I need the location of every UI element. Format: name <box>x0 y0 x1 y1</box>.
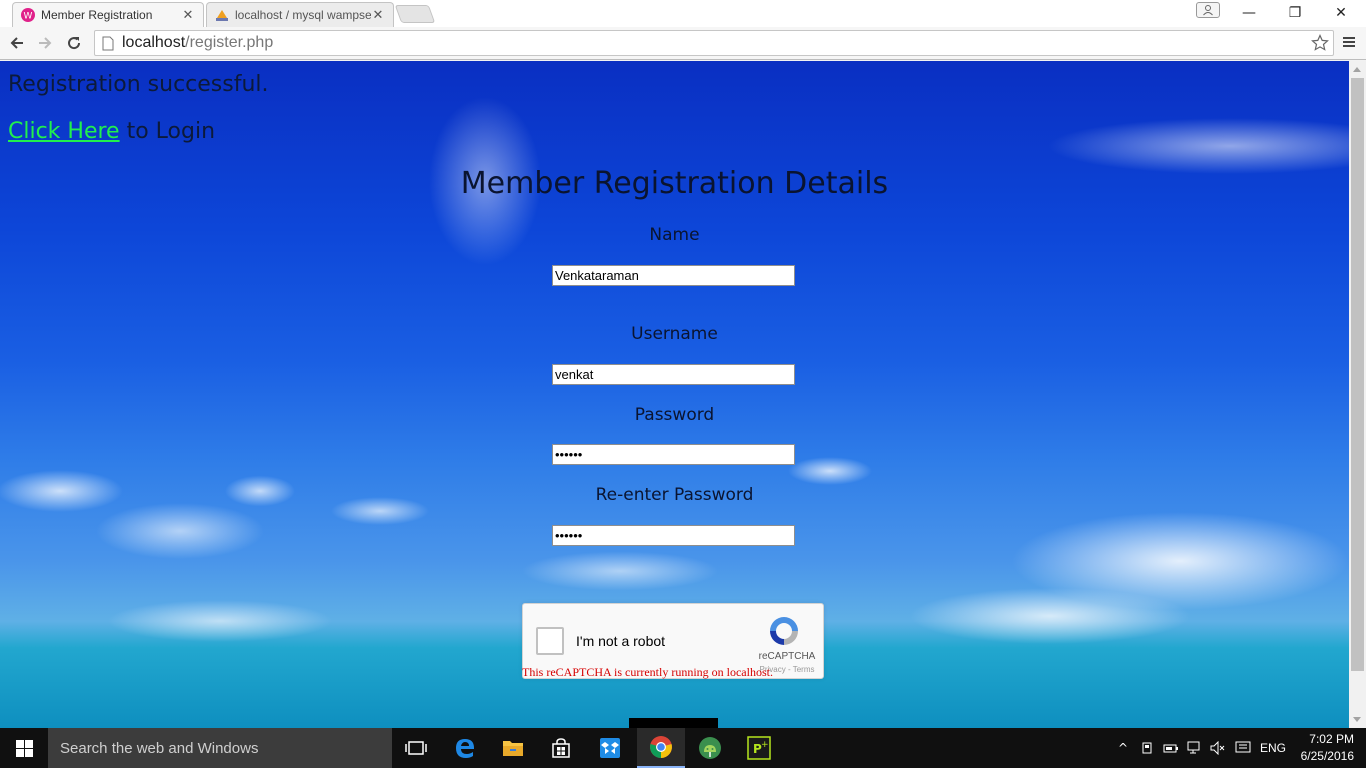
forward-button[interactable] <box>34 32 56 54</box>
chrome-taskbar-button[interactable] <box>637 728 685 768</box>
windows-taskbar: Search the web and Windows P + ^ ENG 7:02… <box>0 718 1366 768</box>
edge-taskbar-button[interactable] <box>441 728 489 768</box>
login-line: Click Here to Login <box>8 119 215 144</box>
restore-button[interactable]: ❐ <box>1272 0 1318 26</box>
chrome-icon <box>650 736 672 758</box>
chrome-thumbnail-preview <box>629 718 718 728</box>
browser-toolbar: localhost/register.php <box>0 27 1366 60</box>
edge-icon <box>456 739 474 758</box>
file-explorer-taskbar-button[interactable] <box>489 728 537 768</box>
people-tray-icon[interactable] <box>1137 728 1157 768</box>
page-title: Member Registration Details <box>460 166 889 201</box>
login-suffix: to Login <box>119 119 216 144</box>
back-button[interactable] <box>6 32 28 54</box>
url-host: localhost <box>122 34 186 51</box>
show-hidden-icons-chevron-up-icon[interactable]: ^ <box>1113 728 1133 768</box>
android-studio-taskbar-button[interactable] <box>686 728 734 768</box>
taskbar-clock[interactable]: 7:02 PM 6/25/2016 <box>1294 731 1354 765</box>
start-button[interactable] <box>0 728 48 768</box>
phpmyadmin-favicon-icon <box>216 10 228 21</box>
task-view-button[interactable] <box>392 728 440 768</box>
login-link[interactable]: Click Here <box>8 119 120 144</box>
battery-shape-icon <box>1163 744 1178 753</box>
scroll-up-arrow-icon[interactable] <box>1353 67 1361 72</box>
tab-strip: W Member Registration ✕ localhost / mysq… <box>0 0 1366 27</box>
folder-icon <box>503 741 523 756</box>
action-center-icon[interactable] <box>1232 728 1254 768</box>
notification-icon <box>1235 741 1251 753</box>
vertical-scrollbar[interactable] <box>1349 61 1366 728</box>
arrow-left-icon <box>10 37 23 49</box>
arrow-right-icon <box>39 37 52 49</box>
address-bar[interactable]: localhost/register.php <box>94 30 1334 56</box>
tab-close-icon[interactable]: ✕ <box>371 7 385 23</box>
tab-title: localhost / mysql wampse <box>235 8 371 22</box>
new-tab-button[interactable] <box>394 5 436 23</box>
username-input[interactable] <box>552 364 795 385</box>
status-message: Registration successful. <box>8 72 269 97</box>
clock-date: 6/25/2016 <box>1300 749 1354 763</box>
clock-time: 7:02 PM <box>1309 732 1354 746</box>
taskbar-search-box[interactable]: Search the web and Windows <box>48 728 392 768</box>
chrome-menu-icon[interactable] <box>1339 35 1359 53</box>
name-input[interactable] <box>552 265 795 286</box>
url-path: /register.php <box>185 34 274 51</box>
dropbox-icon <box>600 738 620 758</box>
usb-icon <box>1142 742 1152 754</box>
recaptcha-warning: This reCAPTCHA is currently running on l… <box>522 665 773 679</box>
reenter-password-label: Re-enter Password <box>595 485 754 505</box>
windows-logo-icon <box>15 739 33 757</box>
scroll-down-arrow-icon[interactable] <box>1353 717 1361 722</box>
password-input[interactable] <box>552 444 795 465</box>
reenter-password-input[interactable] <box>552 525 795 546</box>
tab-close-icon[interactable]: ✕ <box>181 7 195 23</box>
reload-icon <box>68 37 81 50</box>
store-taskbar-button[interactable] <box>537 728 585 768</box>
page-viewport: Registration successful. Click Here to L… <box>0 61 1349 728</box>
android-studio-icon <box>699 737 721 759</box>
language-indicator[interactable]: ENG <box>1258 728 1288 768</box>
phpstorm-icon: P + <box>747 736 771 760</box>
dropbox-taskbar-button[interactable] <box>586 728 634 768</box>
bookmark-star-icon[interactable] <box>1311 34 1329 52</box>
wamp-favicon-icon: W <box>21 8 35 22</box>
recaptcha-logo-icon <box>770 617 798 645</box>
phpstorm-taskbar-button[interactable]: P + <box>735 728 783 768</box>
scrollbar-thumb[interactable] <box>1351 78 1364 671</box>
volume-muted-icon[interactable] <box>1208 728 1228 768</box>
tab-member-registration[interactable]: W Member Registration ✕ <box>12 2 204 27</box>
tab-phpmyadmin[interactable]: localhost / mysql wampse ✕ <box>206 2 394 27</box>
page-icon <box>102 36 114 50</box>
registration-page: Registration successful. Click Here to L… <box>0 61 1349 728</box>
minimize-button[interactable]: — <box>1226 0 1272 26</box>
speaker-muted-icon <box>1210 741 1225 755</box>
battery-icon[interactable] <box>1161 728 1181 768</box>
name-label: Name <box>649 225 700 245</box>
svg-text:W: W <box>24 12 33 22</box>
password-label: Password <box>634 405 715 425</box>
task-view-icon <box>405 741 427 755</box>
recaptcha-label: I'm not a robot <box>576 633 666 649</box>
store-bag-icon <box>552 738 570 758</box>
username-label: Username <box>631 324 718 344</box>
profile-button[interactable] <box>1196 2 1220 18</box>
recaptcha-brand: reCAPTCHA <box>758 651 816 662</box>
network-icon[interactable] <box>1185 728 1205 768</box>
user-icon <box>1203 5 1213 16</box>
svg-text:+: + <box>761 740 769 750</box>
tab-title: Member Registration <box>41 8 153 22</box>
network-monitor-icon <box>1187 741 1200 754</box>
reload-button[interactable] <box>63 32 85 54</box>
close-window-button[interactable]: ✕ <box>1318 0 1364 26</box>
recaptcha-checkbox[interactable] <box>536 627 564 655</box>
